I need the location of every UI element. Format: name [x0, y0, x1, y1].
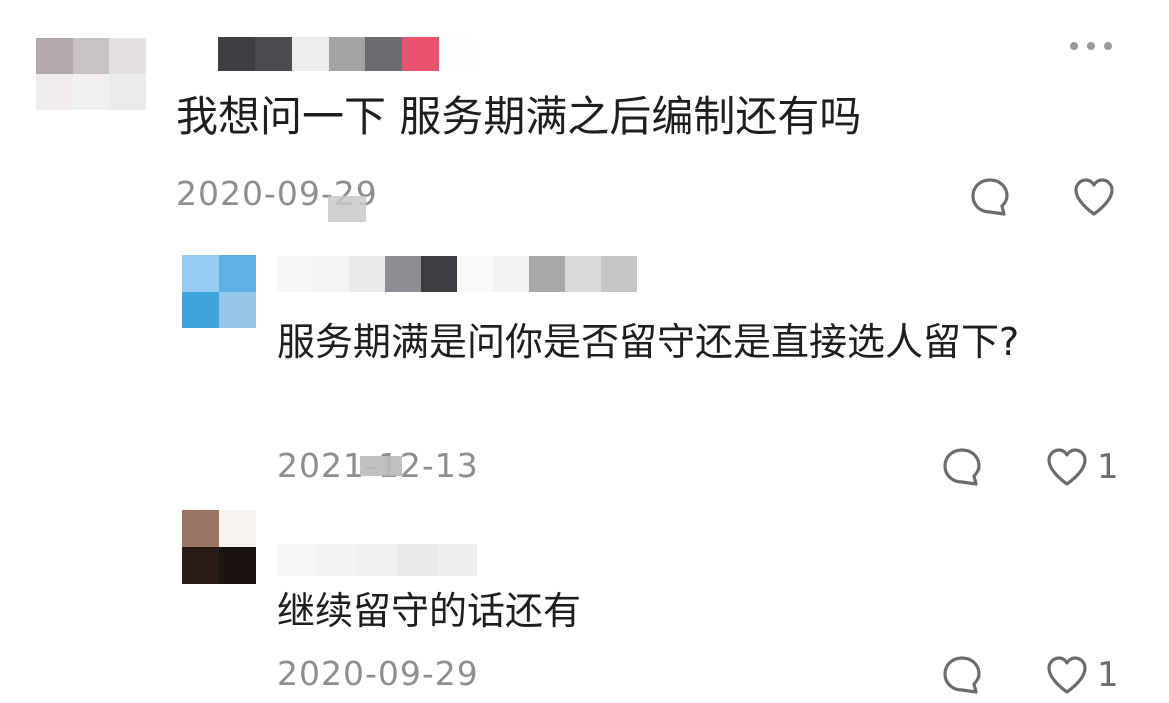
mosaic-patch: [328, 196, 366, 222]
username[interactable]: [277, 544, 477, 576]
reply-text: 继续留守的话还有: [277, 589, 582, 633]
mosaic-cell: [182, 547, 219, 584]
mosaic-cell: [109, 38, 146, 74]
mosaic-cell: [291, 37, 329, 71]
comment-bubble-icon[interactable]: [940, 653, 984, 697]
mosaic-cell: [349, 256, 385, 292]
mosaic-cell: [277, 544, 317, 576]
heart-outline-icon[interactable]: [1045, 655, 1089, 695]
more-horizontal-icon[interactable]: [1070, 40, 1112, 52]
mosaic-cell: [397, 544, 437, 576]
mosaic-cell: [72, 38, 110, 74]
mosaic-cell: [457, 256, 493, 292]
mosaic-cell: [182, 510, 219, 547]
mosaic-cell: [601, 256, 637, 292]
mosaic-cell: [365, 37, 403, 71]
heart-outline-icon[interactable]: [1072, 177, 1116, 217]
avatar[interactable]: [182, 510, 256, 584]
mosaic-cell: [439, 37, 476, 71]
avatar[interactable]: [36, 38, 146, 110]
mosaic-cell: [72, 74, 110, 110]
reply-date: 2020-09-29: [277, 654, 479, 693]
mosaic-cell: [385, 256, 421, 292]
mosaic-cell: [219, 255, 256, 292]
mosaic-cell: [402, 37, 440, 71]
comment-bubble-icon[interactable]: [968, 175, 1012, 219]
comment-text: 我想问一下 服务期满之后编制还有吗: [176, 92, 862, 141]
mosaic-cell: [182, 291, 219, 328]
mosaic-cell: [277, 256, 313, 292]
comment-bubble-icon[interactable]: [940, 445, 984, 489]
like-count: 1: [1097, 655, 1119, 695]
mosaic-cell: [219, 291, 256, 328]
mosaic-patch: [360, 456, 402, 476]
comment-thread: 我想问一下 服务期满之后编制还有吗 2020-09-29 服务期满是问你是否留守…: [0, 0, 1169, 703]
mosaic-cell: [109, 74, 146, 110]
reply-text: 服务期满是问你是否留守还是直接选人留下?: [277, 320, 1020, 364]
mosaic-cell: [182, 255, 219, 292]
mosaic-cell: [529, 256, 565, 292]
mosaic-cell: [219, 510, 256, 547]
mosaic-cell: [565, 256, 601, 292]
mosaic-cell: [437, 544, 477, 576]
mosaic-cell: [36, 38, 73, 74]
mosaic-cell: [328, 37, 366, 71]
username[interactable]: [218, 37, 476, 71]
mosaic-cell: [218, 37, 255, 71]
mosaic-cell: [219, 547, 256, 584]
avatar[interactable]: [182, 255, 256, 328]
username[interactable]: [277, 256, 637, 292]
mosaic-cell: [313, 256, 349, 292]
mosaic-cell: [36, 74, 73, 110]
mosaic-cell: [254, 37, 292, 71]
mosaic-cell: [493, 256, 529, 292]
like-count: 1: [1097, 447, 1119, 487]
mosaic-cell: [317, 544, 357, 576]
heart-outline-icon[interactable]: [1045, 447, 1089, 487]
mosaic-cell: [421, 256, 457, 292]
mosaic-cell: [357, 544, 397, 576]
